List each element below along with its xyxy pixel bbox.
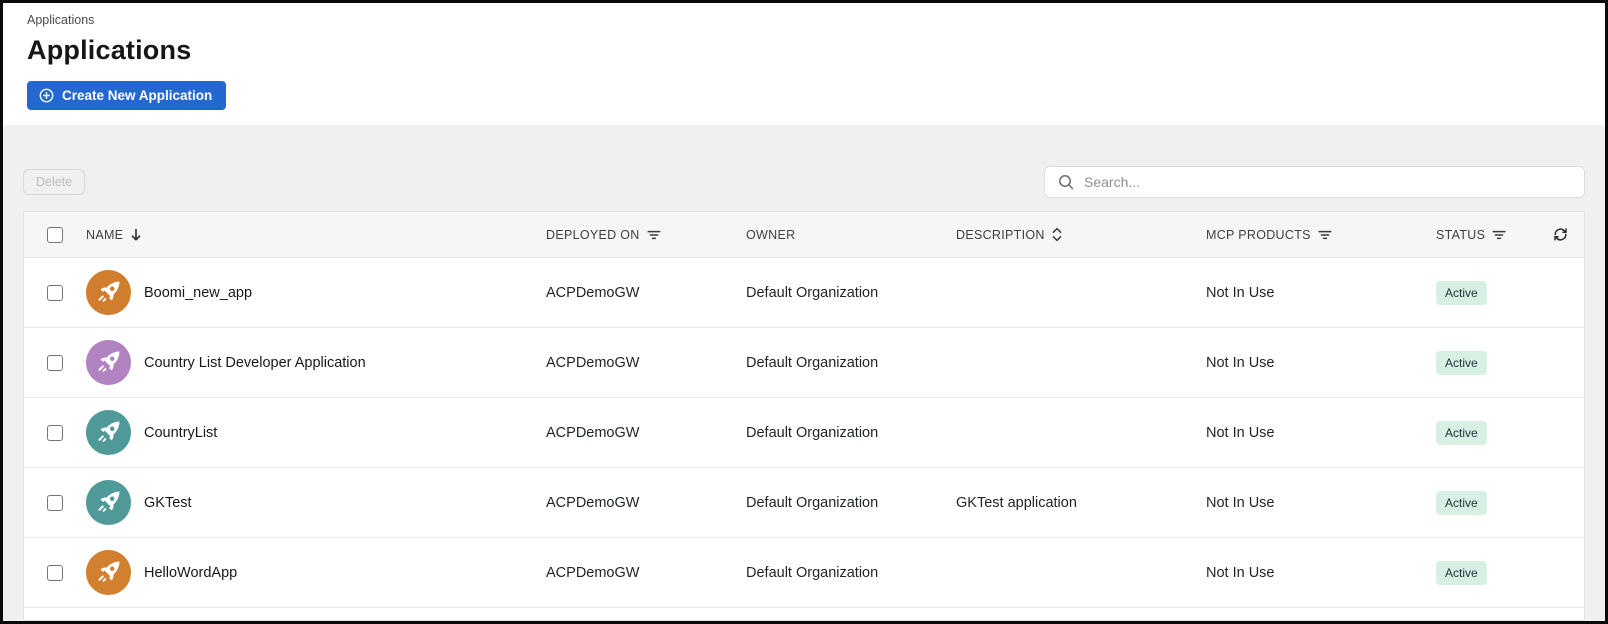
app-name[interactable]: Boomi_new_app	[144, 285, 252, 301]
app-avatar	[86, 340, 131, 385]
status-badge: Active	[1436, 560, 1487, 585]
row-checkbox[interactable]	[47, 564, 63, 581]
search-icon	[1057, 173, 1075, 191]
table-row: Boomi_new_app ACPDemoGW Default Organiza…	[24, 258, 1584, 328]
search-box	[1044, 166, 1585, 198]
refresh-icon[interactable]	[1552, 226, 1569, 243]
table-filler	[24, 608, 1584, 620]
page-header: Applications Applications Create New App…	[3, 3, 1605, 125]
row-checkbox[interactable]	[47, 354, 63, 371]
rocket-icon	[95, 559, 122, 586]
status-badge: Active	[1436, 420, 1487, 445]
plus-circle-icon	[39, 88, 54, 103]
table-row: Country List Developer Application ACPDe…	[24, 328, 1584, 398]
column-header-description[interactable]: DESCRIPTION	[956, 227, 1206, 242]
deployed-on-value: ACPDemoGW	[546, 284, 640, 301]
column-header-deployed-on[interactable]: DEPLOYED ON	[546, 228, 746, 242]
deployed-on-value: ACPDemoGW	[546, 494, 640, 511]
owner-value: Default Organization	[746, 284, 879, 301]
create-new-application-label: Create New Application	[62, 88, 213, 103]
table-toolbar: Delete	[23, 165, 1585, 199]
search-input[interactable]	[1084, 174, 1572, 190]
table-header-row: NAME DEPLOYED ON OWNER DESCRIPTION MCP P…	[24, 212, 1584, 258]
owner-value: Default Organization	[746, 354, 879, 371]
table-row: CountryList ACPDemoGW Default Organizati…	[24, 398, 1584, 468]
app-name[interactable]: GKTest	[144, 495, 192, 511]
deployed-on-value: ACPDemoGW	[546, 354, 640, 371]
app-name[interactable]: CountryList	[144, 425, 217, 441]
rocket-icon	[95, 489, 122, 516]
row-checkbox[interactable]	[47, 284, 63, 301]
app-avatar	[86, 480, 131, 525]
app-name[interactable]: Country List Developer Application	[144, 355, 366, 371]
column-header-mcp-products[interactable]: MCP PRODUCTS	[1206, 228, 1436, 242]
row-checkbox[interactable]	[47, 494, 63, 511]
header-refresh-cell	[1526, 226, 1584, 243]
column-header-owner: OWNER	[746, 227, 796, 242]
app-avatar	[86, 410, 131, 455]
sort-updown-icon	[1052, 227, 1062, 242]
mcp-products-value: Not In Use	[1206, 354, 1275, 371]
status-badge: Active	[1436, 280, 1487, 305]
create-new-application-button[interactable]: Create New Application	[27, 81, 227, 110]
mcp-products-value: Not In Use	[1206, 284, 1275, 301]
select-all-checkbox[interactable]	[47, 226, 63, 243]
header-select-all-cell	[24, 226, 86, 243]
app-avatar	[86, 270, 131, 315]
mcp-products-value: Not In Use	[1206, 564, 1275, 581]
filter-icon	[1318, 229, 1332, 241]
table-row: HelloWordApp ACPDemoGW Default Organizat…	[24, 538, 1584, 608]
owner-value: Default Organization	[746, 494, 879, 511]
content-area: Delete NAME	[3, 125, 1605, 621]
breadcrumb[interactable]: Applications	[27, 13, 1581, 27]
page-title: Applications	[27, 35, 192, 65]
owner-value: Default Organization	[746, 564, 879, 581]
app-name[interactable]: HelloWordApp	[144, 565, 237, 581]
status-badge: Active	[1436, 350, 1487, 375]
owner-value: Default Organization	[746, 424, 879, 441]
sort-descending-arrow-icon	[130, 228, 142, 242]
filter-icon	[1492, 229, 1506, 241]
mcp-products-value: Not In Use	[1206, 424, 1275, 441]
mcp-products-value: Not In Use	[1206, 494, 1275, 511]
rocket-icon	[95, 419, 122, 446]
applications-table: NAME DEPLOYED ON OWNER DESCRIPTION MCP P…	[23, 211, 1585, 621]
delete-button[interactable]: Delete	[23, 169, 86, 195]
column-header-name[interactable]: NAME	[86, 228, 546, 242]
filter-icon	[647, 229, 661, 241]
app-avatar	[86, 550, 131, 595]
table-row: GKTest ACPDemoGW Default Organization GK…	[24, 468, 1584, 538]
row-checkbox[interactable]	[47, 424, 63, 441]
deployed-on-value: ACPDemoGW	[546, 564, 640, 581]
deployed-on-value: ACPDemoGW	[546, 424, 640, 441]
description-value: GKTest application	[956, 494, 1077, 511]
status-badge: Active	[1436, 490, 1487, 515]
column-header-status[interactable]: STATUS	[1436, 228, 1526, 242]
rocket-icon	[95, 349, 122, 376]
rocket-icon	[95, 279, 122, 306]
